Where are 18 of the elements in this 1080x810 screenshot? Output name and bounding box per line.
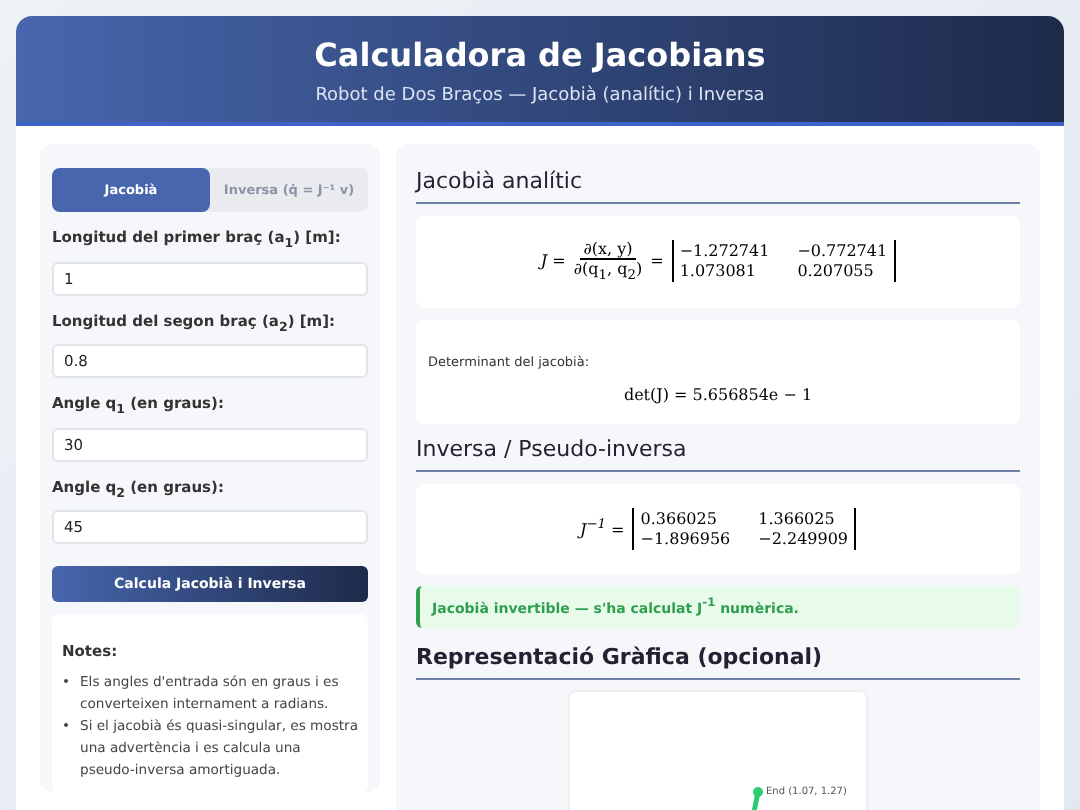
formula-text: =	[650, 252, 664, 271]
matrix-entry: 0.207055	[797, 262, 876, 281]
section-heading: Representació Gràfica (opcional)	[416, 643, 823, 670]
matrix-entry: −0.772741	[797, 242, 888, 261]
section-heading: Inversa / Pseudo-inversa	[416, 435, 687, 462]
matrix-entry: −1.896956	[640, 529, 731, 548]
matrix-entry: 1.073081	[679, 262, 758, 281]
matrix-entry: 0.366025	[640, 509, 719, 528]
app-subtitle: Robot de Dos Braços — Jacobià (analític) i Inversa	[315, 86, 765, 106]
matrix-entry: −1.272741	[679, 242, 770, 261]
matrix-entry: 1.366025	[758, 509, 837, 528]
section-heading: Jacobià analític	[416, 168, 583, 194]
matrix-entry: −2.249909	[758, 529, 849, 548]
formula-text: J$^{−1}$ =	[579, 516, 625, 540]
formula-text: J =	[540, 252, 566, 271]
determinant-formula: det(J) = 5.656854e − 1	[623, 385, 813, 404]
app-title: Calculadora de Jacobians	[314, 36, 766, 74]
fraction: ∂(x, y) ∂(q$_{1}$, q$_{2}$)	[573, 240, 643, 284]
